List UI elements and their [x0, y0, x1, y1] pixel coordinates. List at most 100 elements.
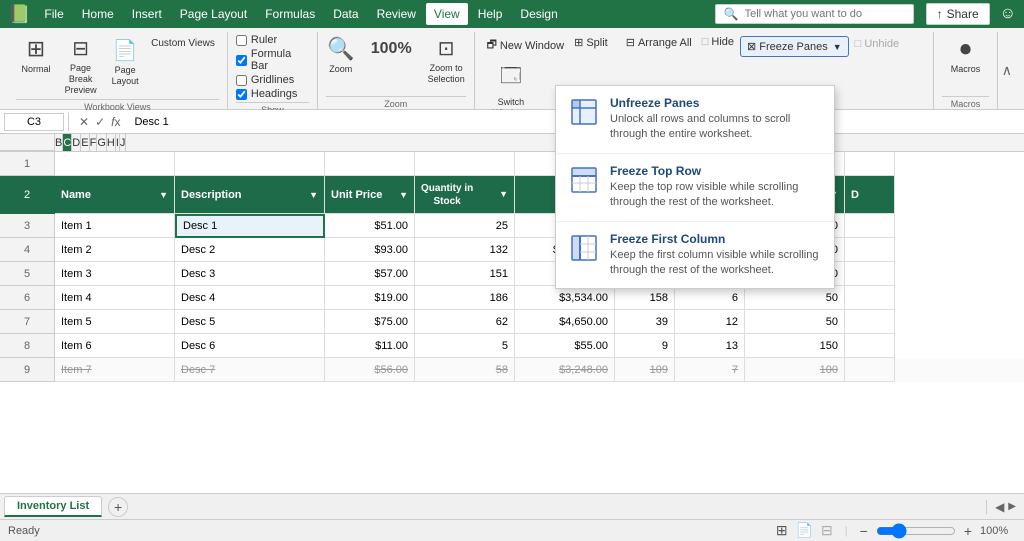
menu-formulas[interactable]: Formulas — [257, 3, 323, 25]
cell-B1[interactable] — [55, 152, 175, 176]
cell-C3[interactable]: Desc 1 — [175, 214, 325, 238]
cell-E1[interactable] — [415, 152, 515, 176]
gridlines-checkbox[interactable]: Gridlines — [236, 74, 294, 86]
page-layout-view-button[interactable]: 📄 PageLayout — [105, 34, 145, 89]
cell-B6[interactable]: Item 4 — [55, 286, 175, 310]
cell-I7[interactable]: 50 — [745, 310, 845, 334]
menu-help[interactable]: Help — [470, 3, 511, 25]
cell-C8[interactable]: Desc 6 — [175, 334, 325, 358]
row-num-9[interactable]: 9 — [0, 358, 55, 382]
search-input[interactable] — [745, 8, 905, 20]
cell-B8[interactable]: Item 6 — [55, 334, 175, 358]
cell-H8[interactable]: 13 — [675, 334, 745, 358]
new-window-button[interactable]: 🗗 New Window — [483, 34, 569, 57]
menu-design[interactable]: Design — [512, 3, 565, 25]
freeze-panes-button[interactable]: ⊠ Freeze Panes ▼ — [740, 36, 849, 57]
freeze-top-row-option[interactable]: Freeze Top Row Keep the top row visible … — [556, 154, 834, 222]
cell-J5[interactable] — [845, 262, 895, 286]
row-num-3[interactable]: 3 — [0, 214, 55, 238]
cell-J9[interactable] — [845, 358, 895, 382]
header-unit-price[interactable]: Unit Price ▼ — [325, 176, 415, 214]
cell-G7[interactable]: 39 — [615, 310, 675, 334]
cell-I6[interactable]: 50 — [745, 286, 845, 310]
normal-view-button[interactable]: ⊞ Normal — [16, 34, 56, 76]
price-dropdown[interactable]: ▼ — [399, 190, 408, 200]
cell-E8[interactable]: 5 — [415, 334, 515, 358]
row-num-1[interactable]: 1 — [0, 152, 55, 176]
cell-I9[interactable]: 100 — [745, 358, 845, 382]
row-num-5[interactable]: 5 — [0, 262, 55, 286]
headings-checkbox-input[interactable] — [236, 89, 247, 100]
col-header-B[interactable]: B — [55, 134, 63, 152]
row-num-4[interactable]: 4 — [0, 238, 55, 262]
zoom-100-button[interactable]: 100% — [365, 34, 418, 62]
headings-checkbox[interactable]: Headings — [236, 88, 297, 100]
unfreeze-panes-option[interactable]: Unfreeze Panes Unlock all rows and colum… — [556, 86, 834, 154]
add-sheet-button[interactable]: + — [108, 497, 128, 517]
col-header-E[interactable]: E — [81, 134, 89, 152]
row-num-6[interactable]: 6 — [0, 286, 55, 310]
col-header-H[interactable]: H — [107, 134, 116, 152]
cell-D5[interactable]: $57.00 — [325, 262, 415, 286]
cell-C7[interactable]: Desc 5 — [175, 310, 325, 334]
menu-home[interactable]: Home — [74, 3, 122, 25]
menu-insert[interactable]: Insert — [124, 3, 170, 25]
cell-B7[interactable]: Item 5 — [55, 310, 175, 334]
cell-C9[interactable]: Desc 7 — [175, 358, 325, 382]
cell-D4[interactable]: $93.00 — [325, 238, 415, 262]
cell-E5[interactable]: 151 — [415, 262, 515, 286]
confirm-formula-icon[interactable]: ✓ — [93, 115, 107, 129]
view-page-break-icon[interactable]: ⊟ — [821, 522, 833, 539]
cell-D7[interactable]: $75.00 — [325, 310, 415, 334]
cell-G9[interactable]: 109 — [615, 358, 675, 382]
col-header-F[interactable]: F — [90, 134, 98, 152]
cell-J3[interactable] — [845, 214, 895, 238]
formula-bar-checkbox-input[interactable] — [236, 55, 247, 66]
ribbon-collapse-button[interactable]: ∧ — [998, 32, 1016, 109]
header-name[interactable]: Name ▼ — [55, 176, 175, 214]
freeze-first-col-option[interactable]: Freeze First Column Keep the first colum… — [556, 222, 834, 289]
zoom-selection-button[interactable]: ⊡ Zoom toSelection — [422, 34, 471, 87]
cell-G6[interactable]: 158 — [615, 286, 675, 310]
cell-D3[interactable]: $51.00 — [325, 214, 415, 238]
zoom-in-button[interactable]: + — [964, 523, 972, 539]
view-normal-icon[interactable]: ⊞ — [776, 522, 788, 539]
col-header-J[interactable]: J — [120, 134, 127, 152]
unhide-button[interactable]: □ Unhide — [851, 36, 904, 52]
ruler-checkbox-input[interactable] — [236, 35, 247, 46]
cell-J1[interactable] — [845, 152, 895, 176]
col-header-C[interactable]: C — [63, 134, 72, 152]
cell-F7[interactable]: $4,650.00 — [515, 310, 615, 334]
cell-C4[interactable]: Desc 2 — [175, 238, 325, 262]
cell-J4[interactable] — [845, 238, 895, 262]
cell-B4[interactable]: Item 2 — [55, 238, 175, 262]
desc-dropdown[interactable]: ▼ — [309, 190, 318, 200]
cell-E4[interactable]: 132 — [415, 238, 515, 262]
scroll-right-sheets[interactable]: ▶ — [1008, 501, 1016, 512]
cell-F9[interactable]: $3,248.00 — [515, 358, 615, 382]
cell-E6[interactable]: 186 — [415, 286, 515, 310]
page-break-button[interactable]: ⊟ Page BreakPreview — [58, 34, 103, 97]
cell-H6[interactable]: 6 — [675, 286, 745, 310]
insert-function-icon[interactable]: fx — [109, 115, 122, 129]
formula-bar-checkbox[interactable]: Formula Bar — [236, 48, 309, 72]
stock-dropdown[interactable]: ▼ — [499, 189, 508, 201]
cell-D8[interactable]: $11.00 — [325, 334, 415, 358]
zoom-slider[interactable] — [876, 523, 956, 539]
row-num-7[interactable]: 7 — [0, 310, 55, 334]
cell-D1[interactable] — [325, 152, 415, 176]
cell-D6[interactable]: $19.00 — [325, 286, 415, 310]
split-button[interactable]: ⊞ Split — [570, 34, 612, 51]
share-button[interactable]: ↑ Share — [926, 3, 990, 25]
cell-B5[interactable]: Item 3 — [55, 262, 175, 286]
col-header-G[interactable]: G — [97, 134, 107, 152]
menu-file[interactable]: File — [36, 3, 71, 25]
col-header-D[interactable]: D — [72, 134, 81, 152]
zoom-out-button[interactable]: − — [860, 523, 868, 539]
cell-J8[interactable] — [845, 334, 895, 358]
cell-C5[interactable]: Desc 3 — [175, 262, 325, 286]
ruler-checkbox[interactable]: Ruler — [236, 34, 277, 46]
gridlines-checkbox-input[interactable] — [236, 75, 247, 86]
menu-data[interactable]: Data — [325, 3, 366, 25]
header-qty-stock[interactable]: Quantity inStock ▼ — [415, 176, 515, 214]
